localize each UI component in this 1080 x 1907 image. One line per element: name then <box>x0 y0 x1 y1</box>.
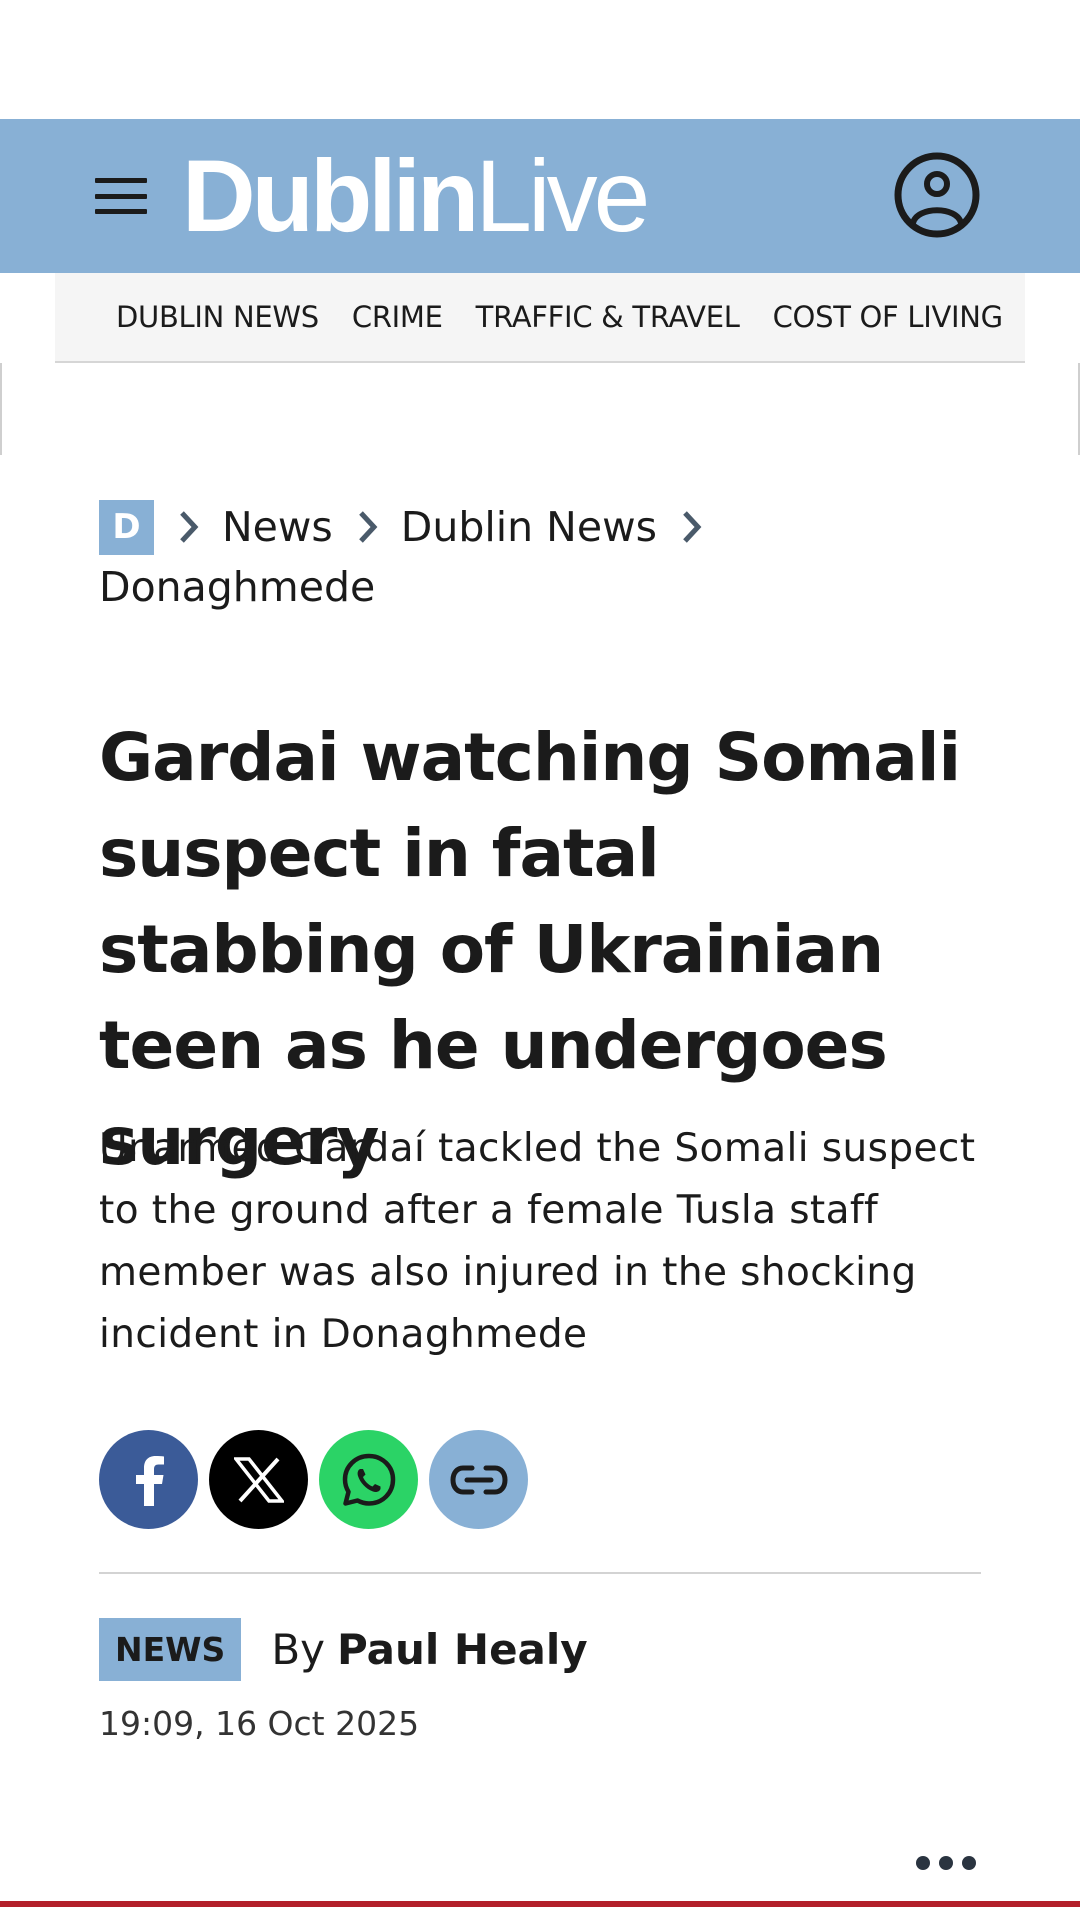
site-logo[interactable]: DublinLive <box>182 139 650 253</box>
dot <box>962 1856 976 1870</box>
chevron-right-icon <box>683 511 702 543</box>
menu-line <box>95 178 147 183</box>
share-bar <box>99 1430 539 1529</box>
logo-light-text: Live <box>475 139 650 253</box>
facebook-icon <box>135 1455 164 1506</box>
chevron-right-icon <box>180 511 199 543</box>
menu-line <box>95 209 147 214</box>
user-account-icon[interactable] <box>893 151 981 239</box>
ad-slot-border-left <box>0 363 2 455</box>
nav-item-dublin-news[interactable]: DUBLIN NEWS <box>116 300 319 334</box>
publish-timestamp: 19:09, 16 Oct 2025 <box>99 1704 420 1743</box>
breadcrumb-home-badge[interactable]: D <box>99 499 154 555</box>
share-whatsapp-button[interactable] <box>319 1430 418 1529</box>
article-standfirst: Unarmed Gardaí tackled the Somali suspec… <box>99 1126 976 1357</box>
byline-prefix: By <box>271 1625 325 1674</box>
copy-link-button[interactable] <box>429 1430 528 1529</box>
nav-item-traffic-travel[interactable]: TRAFFIC & TRAVEL <box>476 300 740 334</box>
x-icon <box>233 1456 284 1503</box>
more-options-icon[interactable] <box>916 1852 976 1874</box>
bottom-accent-bar <box>0 1901 1080 1907</box>
byline: NEWS By Paul Healy <box>99 1618 588 1681</box>
section-nav: DUBLIN NEWS CRIME TRAFFIC & TRAVEL COST … <box>55 273 1025 363</box>
breadcrumb-donaghmede[interactable]: Donaghmede <box>99 563 999 611</box>
dot <box>916 1856 930 1870</box>
nav-item-crime[interactable]: CRIME <box>352 300 443 334</box>
breadcrumb-dublin-news[interactable]: Dublin News <box>401 503 657 551</box>
nav-item-cost-of-living[interactable]: COST OF LIVING <box>773 300 1004 334</box>
copy-link-icon <box>449 1465 508 1494</box>
breadcrumb: D News Dublin News Donaghmede <box>99 499 999 611</box>
share-x-button[interactable] <box>209 1430 308 1529</box>
dot <box>939 1856 953 1870</box>
menu-line <box>95 193 147 199</box>
logo-bold-text: Dublin <box>182 139 479 253</box>
share-facebook-button[interactable] <box>99 1430 198 1529</box>
byline-divider <box>99 1572 981 1574</box>
whatsapp-icon <box>342 1453 395 1506</box>
category-tag[interactable]: NEWS <box>99 1618 242 1681</box>
author-name[interactable]: Paul Healy <box>337 1625 588 1674</box>
breadcrumb-news[interactable]: News <box>222 503 333 551</box>
chevron-right-icon <box>358 511 378 543</box>
hamburger-menu-icon[interactable] <box>95 178 147 214</box>
